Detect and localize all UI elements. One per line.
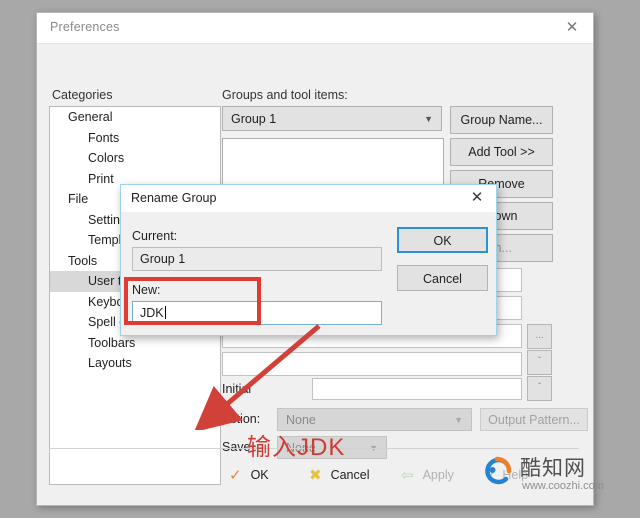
group-select-value: Group 1: [231, 112, 277, 126]
help-button-label: Help: [502, 468, 529, 482]
close-icon[interactable]: ✕: [467, 188, 487, 208]
new-name-input[interactable]: JDK: [132, 301, 382, 325]
check-icon: ✓: [229, 467, 242, 484]
ok-button-label: OK: [250, 468, 269, 482]
cancel-button[interactable]: ✖ Cancel: [309, 462, 370, 488]
chevron-down-icon: ▼: [454, 415, 463, 425]
category-item[interactable]: Fonts: [50, 128, 220, 149]
ok-button[interactable]: ✓ OK: [229, 462, 269, 488]
cross-icon: ✖: [309, 467, 322, 484]
ellipsis-button[interactable]: ...: [527, 324, 552, 349]
action-label: Action:: [222, 412, 261, 426]
action-select-value: None: [286, 413, 316, 427]
apply-button[interactable]: ⇦ Apply: [401, 462, 454, 488]
chevron-down-button-2[interactable]: ˇ: [527, 376, 552, 401]
dialog-ok-button[interactable]: OK: [397, 227, 488, 253]
action-select[interactable]: None ▼: [277, 408, 472, 431]
new-name-input-value: JDK: [140, 306, 164, 320]
initial-label: Initial: [222, 382, 252, 396]
chevron-down-button-1[interactable]: ˇ: [527, 350, 552, 375]
initial-field[interactable]: [312, 378, 522, 400]
add-tool-button[interactable]: Add Tool >>: [450, 138, 553, 166]
question-icon: ?: [485, 467, 494, 484]
field-row-4[interactable]: [222, 352, 522, 376]
rename-group-title: Rename Group: [131, 191, 217, 205]
rename-group-titlebar: Rename Group ✕: [121, 185, 496, 212]
chevron-down-icon: ▼: [424, 114, 433, 124]
group-select[interactable]: Group 1 ▼: [222, 106, 442, 131]
output-pattern-button[interactable]: Output Pattern...: [480, 408, 588, 431]
page-title: Preferences: [50, 20, 120, 34]
screenshot-root: Preferences ✕ Categories General Fonts Col…: [0, 0, 640, 518]
help-button[interactable]: ? Help: [485, 462, 528, 488]
current-label: Current:: [132, 229, 178, 243]
cancel-button-label: Cancel: [330, 468, 370, 482]
categories-label: Categories: [52, 88, 113, 102]
dialog-cancel-button[interactable]: Cancel: [397, 265, 488, 291]
category-item[interactable]: General: [50, 107, 220, 128]
category-item[interactable]: Layouts: [50, 353, 220, 374]
apply-button-label: Apply: [422, 468, 454, 482]
text-caret: [164, 306, 166, 319]
divider: [49, 448, 579, 449]
preferences-titlebar: Preferences ✕: [37, 13, 593, 44]
category-item[interactable]: Colors: [50, 148, 220, 169]
left-arrow-icon: ⇦: [401, 467, 414, 484]
new-label: New:: [132, 283, 161, 297]
groups-label: Groups and tool items:: [222, 88, 348, 102]
save-label: Save: [222, 440, 251, 454]
rename-group-dialog: Rename Group ✕ Current: Group 1 New: JDK…: [120, 184, 497, 336]
current-value-field: Group 1: [132, 247, 382, 271]
group-name-button[interactable]: Group Name...: [450, 106, 553, 134]
close-icon[interactable]: ✕: [561, 18, 583, 38]
